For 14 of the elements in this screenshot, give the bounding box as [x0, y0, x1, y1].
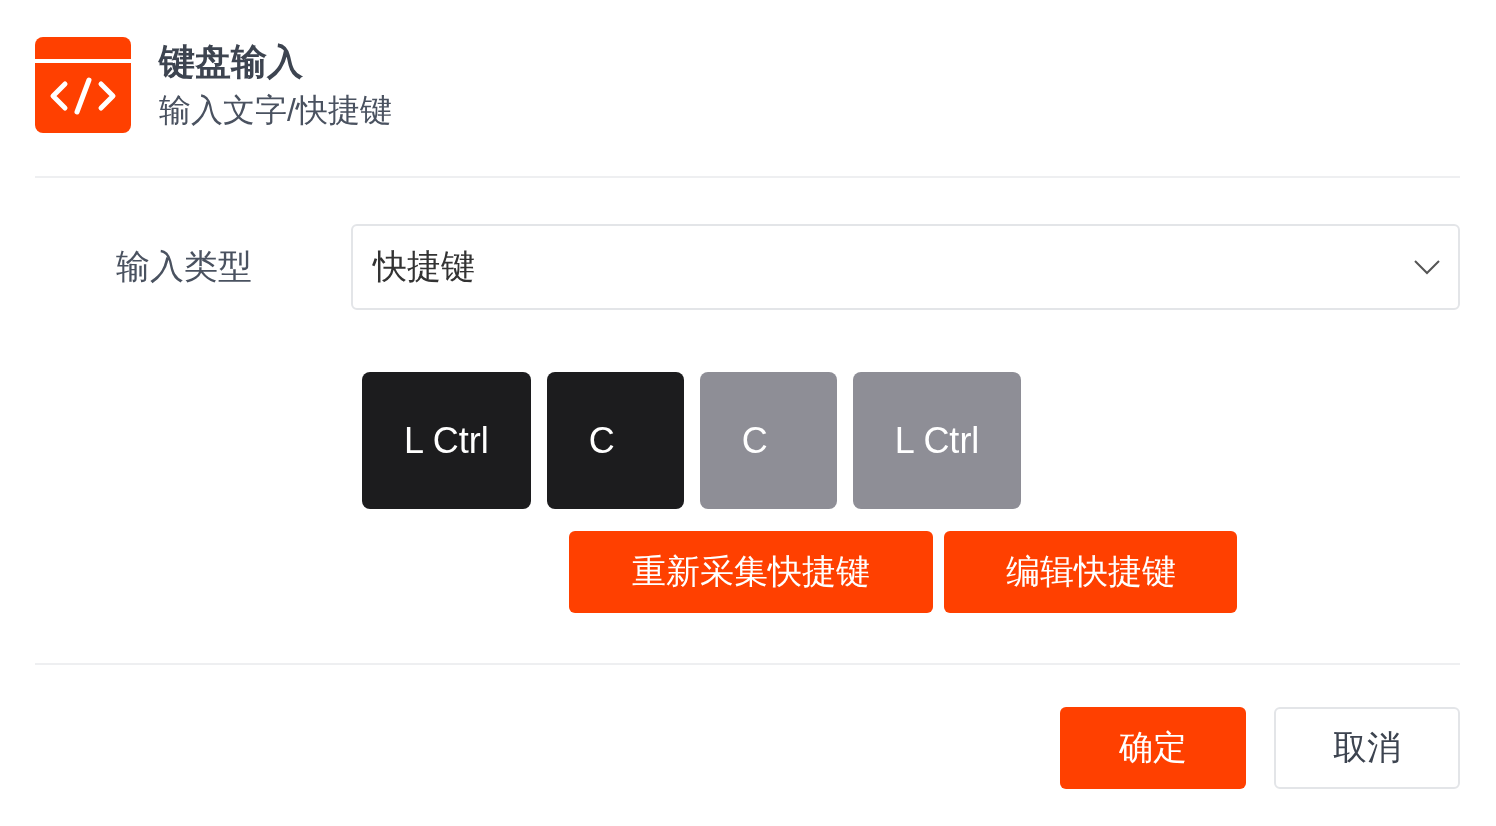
- code-icon: [35, 37, 131, 133]
- recapture-button[interactable]: 重新采集快捷键: [569, 531, 933, 613]
- confirm-button[interactable]: 确定: [1060, 707, 1246, 789]
- dialog-subtitle: 输入文字/快捷键: [159, 91, 392, 130]
- cancel-button[interactable]: 取消: [1274, 707, 1460, 789]
- key-cap: C: [699, 372, 837, 509]
- dialog-title: 键盘输入: [159, 40, 304, 84]
- type-select[interactable]: 快捷键: [351, 224, 1460, 310]
- key-cap: L Ctrl: [852, 372, 1022, 509]
- chevron-down-icon: [1414, 259, 1440, 275]
- key-cap: L Ctrl: [362, 372, 531, 509]
- edit-button[interactable]: 编辑快捷键: [944, 531, 1237, 613]
- key-cap: C: [546, 372, 684, 509]
- field-label: 输入类型: [115, 246, 253, 287]
